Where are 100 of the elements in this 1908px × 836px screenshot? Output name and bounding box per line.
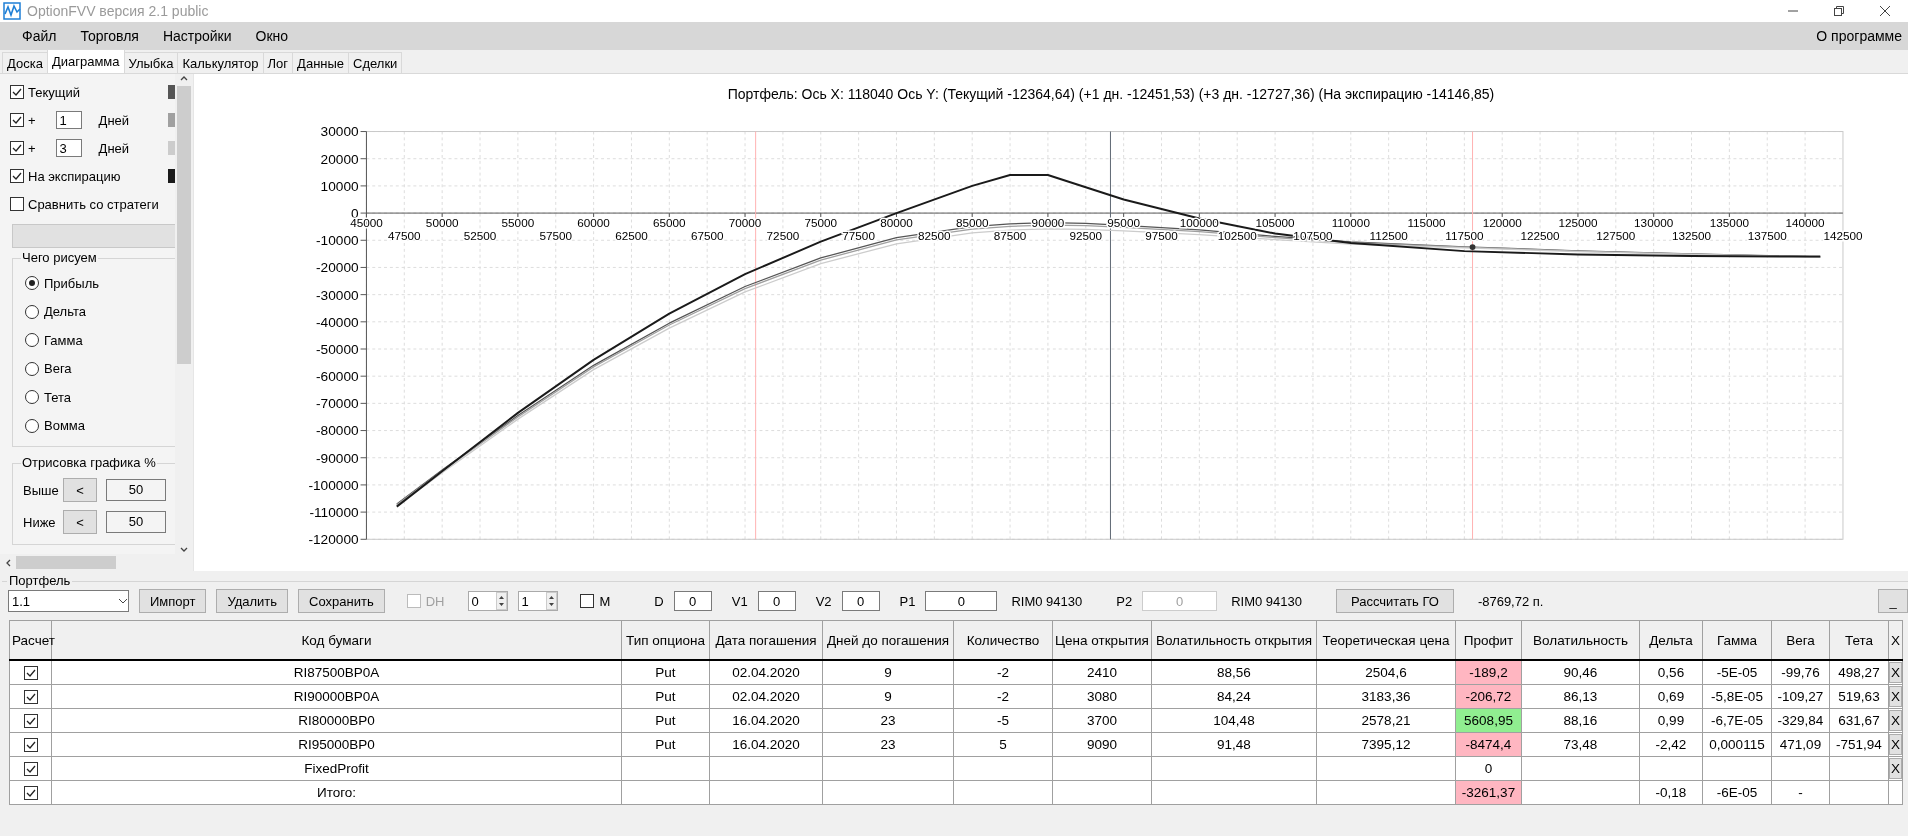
toolbar-button[interactable]: Рассчитать ГО bbox=[1336, 589, 1454, 613]
menu-item[interactable]: Файл bbox=[10, 28, 69, 44]
field-label: P1 bbox=[899, 593, 916, 609]
checkbox-label: На экспирацию bbox=[28, 168, 121, 184]
toolbar-button[interactable]: Импорт bbox=[139, 589, 207, 613]
checkbox[interactable] bbox=[23, 737, 38, 752]
tick-label: -90000 bbox=[316, 451, 359, 467]
input-field: 0 bbox=[1142, 591, 1218, 611]
table-cell: -6E-05 bbox=[1702, 780, 1772, 805]
menu-item[interactable]: Торговля bbox=[68, 28, 151, 44]
field-label: V2 bbox=[815, 593, 832, 609]
input-field[interactable]: 0 bbox=[841, 591, 880, 611]
chevron-down-icon[interactable] bbox=[179, 546, 189, 554]
checkbox[interactable] bbox=[23, 761, 38, 776]
tab[interactable]: Сделки bbox=[348, 52, 403, 73]
checkbox[interactable] bbox=[23, 785, 38, 800]
table-cell: 0 bbox=[1455, 756, 1522, 781]
delete-row-button[interactable]: X bbox=[1889, 686, 1902, 707]
checkbox[interactable] bbox=[10, 197, 24, 211]
tick-label: -80000 bbox=[316, 423, 359, 439]
column-header[interactable]: Волатильность bbox=[1521, 620, 1640, 660]
checkbox[interactable] bbox=[23, 665, 38, 680]
table-cell: 0,56 bbox=[1639, 660, 1703, 685]
chevron-left-icon[interactable] bbox=[4, 557, 12, 568]
checkbox[interactable] bbox=[23, 713, 38, 728]
radio-button[interactable] bbox=[25, 333, 39, 348]
tab[interactable]: Диаграмма bbox=[46, 49, 125, 73]
table-cell: 471,09 bbox=[1771, 732, 1830, 757]
tick-label: -110000 bbox=[309, 505, 359, 521]
checkbox[interactable] bbox=[580, 594, 595, 608]
checkbox[interactable] bbox=[10, 141, 24, 155]
spin-arrows-icon[interactable] bbox=[546, 592, 558, 610]
column-header[interactable]: Дельта bbox=[1639, 620, 1703, 660]
delete-row-button[interactable]: X bbox=[1889, 662, 1902, 683]
tab[interactable]: Доска bbox=[2, 52, 48, 73]
number-spinner[interactable]: 0 bbox=[468, 591, 509, 611]
menu-item[interactable]: О программе bbox=[1816, 28, 1908, 44]
menu-item[interactable]: Окно bbox=[243, 28, 301, 44]
toolbar-button[interactable]: _ bbox=[1878, 589, 1908, 613]
table-cell: Put bbox=[621, 732, 710, 757]
menu-item[interactable]: Настройки bbox=[150, 28, 244, 44]
delete-row-button[interactable]: X bbox=[1889, 758, 1902, 779]
radio-button[interactable] bbox=[25, 304, 39, 319]
tab[interactable]: Данные bbox=[292, 52, 350, 73]
check-icon bbox=[25, 667, 36, 678]
checkbox-label: M bbox=[599, 593, 611, 609]
portfolio-dropdown[interactable]: 1.1 bbox=[8, 590, 129, 612]
checkbox-label: Сравнить со стратеги bbox=[28, 196, 159, 212]
column-header[interactable]: Количество bbox=[953, 620, 1053, 660]
column-header[interactable]: Теоретическая цена bbox=[1316, 620, 1456, 660]
checkbox[interactable] bbox=[10, 169, 24, 183]
days-field[interactable]: 1 bbox=[55, 111, 82, 129]
table-cell: RI80000BP0 bbox=[51, 708, 622, 733]
number-spinner[interactable]: 1 bbox=[518, 591, 559, 611]
days-label: Дней bbox=[98, 112, 130, 128]
days-field[interactable]: 3 bbox=[55, 139, 82, 157]
checkbox[interactable] bbox=[10, 85, 24, 99]
toolbar-button[interactable]: Сохранить bbox=[298, 589, 385, 613]
percent-field[interactable]: 50 bbox=[106, 479, 166, 501]
chevron-up-icon[interactable] bbox=[179, 74, 189, 82]
decrease-button[interactable]: < bbox=[63, 478, 97, 502]
radio-button[interactable] bbox=[25, 390, 39, 405]
column-header[interactable]: Вега bbox=[1771, 620, 1830, 660]
check-icon bbox=[12, 115, 22, 125]
column-header[interactable]: Волатильность открытия bbox=[1151, 620, 1317, 660]
input-field[interactable]: 0 bbox=[925, 591, 998, 611]
radio-button[interactable] bbox=[25, 418, 39, 433]
tick-label: 57500 bbox=[539, 229, 573, 243]
tick-label: 140000 bbox=[1785, 216, 1825, 230]
tick-label: 85000 bbox=[955, 216, 989, 230]
column-header[interactable]: Тета bbox=[1829, 620, 1889, 660]
tick-label: 90000 bbox=[1031, 216, 1065, 230]
percent-field[interactable]: 50 bbox=[106, 511, 166, 533]
column-header[interactable]: Тип опциона bbox=[621, 620, 710, 660]
tick-label: 77500 bbox=[842, 229, 875, 243]
table-cell: 3080 bbox=[1052, 684, 1152, 709]
column-header[interactable]: Дата погашения bbox=[709, 620, 823, 660]
delete-row-button[interactable]: X bbox=[1889, 734, 1902, 755]
tick-label: 80000 bbox=[880, 216, 913, 230]
toolbar-button[interactable]: Удалить bbox=[216, 589, 289, 613]
scrollbar[interactable] bbox=[0, 554, 193, 571]
radio-button[interactable] bbox=[25, 361, 39, 376]
spin-arrows-icon[interactable] bbox=[496, 592, 508, 610]
tick-label: 55000 bbox=[501, 216, 535, 230]
tab[interactable]: Калькулятор bbox=[177, 52, 264, 73]
input-field[interactable]: 0 bbox=[673, 591, 712, 611]
column-header[interactable]: Цена открытия bbox=[1052, 620, 1152, 660]
delete-row-button[interactable]: X bbox=[1889, 710, 1902, 731]
radio-button[interactable] bbox=[25, 276, 39, 291]
checkbox[interactable] bbox=[10, 113, 24, 127]
column-header[interactable]: Гамма bbox=[1702, 620, 1772, 660]
checkbox[interactable] bbox=[23, 689, 38, 704]
table-cell: 84,24 bbox=[1151, 684, 1317, 709]
column-header[interactable]: Профит bbox=[1455, 620, 1522, 660]
input-field[interactable]: 0 bbox=[757, 591, 796, 611]
decrease-button[interactable]: < bbox=[63, 510, 97, 534]
checkbox-label: Текущий bbox=[28, 84, 80, 100]
tick-label: 102500 bbox=[1217, 229, 1257, 243]
column-header[interactable]: Дней до погашения bbox=[822, 620, 954, 660]
scrollbar[interactable] bbox=[175, 74, 193, 554]
